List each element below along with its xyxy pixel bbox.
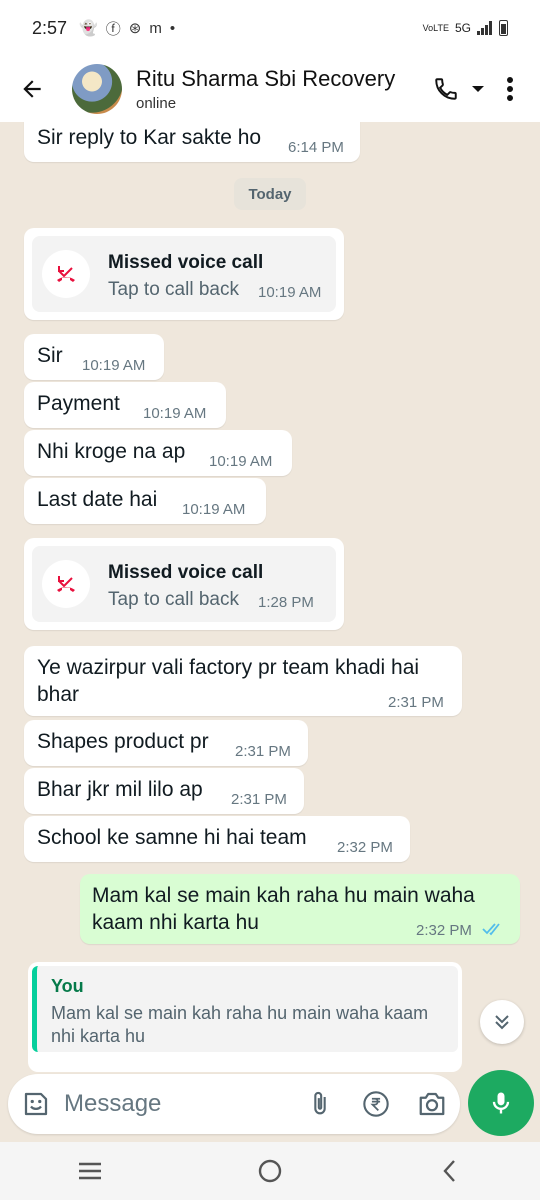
nav-home-icon [258, 1159, 282, 1183]
chat-area[interactable]: Sir reply to Kar sakte ho 6:14 PM Today … [0, 122, 540, 1142]
message-time: 2:31 PM [231, 791, 287, 808]
attach-button[interactable] [292, 1074, 348, 1134]
message-time: 2:32 PM [337, 839, 393, 856]
missed-call-title: Missed voice call [108, 562, 264, 583]
emoji-button[interactable] [8, 1074, 64, 1134]
message-bubble[interactable]: Bhar jkr mil lilo ap 2:31 PM [24, 768, 304, 814]
outgoing-message-bubble[interactable]: Mam kal se main kah raha hu main waha ka… [80, 874, 520, 944]
emoji-icon [24, 1092, 48, 1116]
more-vert-icon [507, 77, 513, 101]
status-time: 2:57 [32, 17, 68, 38]
back-arrow-icon [23, 80, 41, 98]
message-time: 10:19 AM [82, 357, 146, 374]
missed-call-card[interactable]: Missed voice call Tap to call back 1:28 … [32, 546, 336, 622]
more-notifications-icon: • [169, 19, 176, 37]
contact-name: Ritu Sharma Sbi Recovery [136, 66, 396, 91]
message-text: Shapes product pr [37, 730, 209, 753]
dropdown-icon [472, 86, 484, 92]
message-text: Nhi kroge na ap [37, 440, 186, 463]
status-bar: 2:57 👻 ⓕ ⊛ m • VoLTE 5G [0, 0, 540, 56]
nav-recent-icon [79, 1162, 101, 1180]
back-button[interactable] [0, 56, 64, 122]
message-time: 10:19 AM [182, 501, 246, 518]
message-time: 10:19 AM [258, 284, 322, 301]
phone-icon [435, 78, 457, 100]
message-bubble[interactable]: Last date hai 10:19 AM [24, 478, 266, 524]
reply-message-bubble[interactable]: You Mam kal se main kah raha hu main wah… [28, 962, 462, 1072]
more-options-button[interactable] [492, 65, 528, 113]
message-bubble[interactable]: Nhi kroge na ap 10:19 AM [24, 430, 292, 476]
facebook-icon: ⓕ [105, 20, 121, 38]
mic-icon [492, 1092, 510, 1114]
contact-info[interactable]: Ritu Sharma Sbi Recovery online [136, 66, 395, 112]
nav-back-icon [443, 1160, 455, 1182]
message-time: 10:19 AM [143, 405, 207, 422]
message-time: 10:19 AM [209, 453, 273, 470]
missed-call-subtitle: Tap to call back [108, 279, 239, 300]
message-composer [8, 1074, 460, 1134]
camera-icon [419, 1092, 445, 1116]
snapchat-icon: 👻 [79, 20, 98, 37]
message-bubble[interactable]: Sir 10:19 AM [24, 334, 164, 380]
message-time: 6:14 PM [288, 139, 344, 156]
message-bubble[interactable]: School ke samne hi hai team 2:32 PM [24, 816, 410, 862]
quoted-sender: You [51, 976, 84, 996]
system-nav-bar [0, 1142, 540, 1200]
message-time: 2:31 PM [388, 694, 444, 711]
avatar[interactable] [72, 64, 122, 114]
message-bubble[interactable]: Sir reply to Kar sakte ho 6:14 PM [24, 122, 360, 162]
message-text: School ke samne hi hai team [37, 826, 307, 849]
camera-button[interactable] [404, 1074, 460, 1134]
message-text: Sir [37, 344, 63, 367]
volte-badge: VoLTE [422, 22, 449, 33]
missed-call-icon [42, 560, 90, 608]
call-options-dropdown[interactable] [466, 65, 490, 113]
voice-call-button[interactable] [428, 65, 464, 113]
attach-icon [314, 1091, 326, 1115]
missed-call-icon [42, 250, 90, 298]
home-button[interactable] [240, 1146, 300, 1196]
quoted-text: Mam kal se main kah raha hu main waha ka… [51, 1003, 429, 1046]
message-bubble[interactable]: Ye wazirpur vali factory pr team khadi h… [24, 646, 462, 716]
rupee-icon [363, 1091, 389, 1117]
system-back-button[interactable] [420, 1146, 480, 1196]
message-text: Last date hai [37, 488, 158, 511]
message-time: 2:32 PM [416, 922, 472, 939]
date-divider: Today [234, 178, 306, 210]
app-icon: ⊛ [128, 20, 142, 37]
message-bubble[interactable]: Shapes product pr 2:31 PM [24, 720, 308, 766]
chevron-double-down-icon [495, 1015, 509, 1030]
missed-call-bubble[interactable]: Missed voice call Tap to call back 10:19… [24, 228, 344, 320]
double-check-icon [482, 923, 500, 936]
quoted-message[interactable]: You Mam kal se main kah raha hu main wah… [32, 966, 458, 1052]
message-text: Payment [37, 392, 120, 415]
message-input[interactable] [64, 1090, 264, 1118]
payment-button[interactable] [348, 1074, 404, 1134]
message-text: Sir reply to Kar sakte ho [37, 126, 262, 149]
m-icon: m [149, 19, 162, 37]
chat-header: Ritu Sharma Sbi Recovery online [0, 56, 540, 122]
missed-call-title: Missed voice call [108, 252, 264, 273]
missed-call-subtitle: Tap to call back [108, 589, 239, 610]
recent-apps-button[interactable] [60, 1146, 120, 1196]
contact-status: online [136, 95, 177, 112]
missed-call-bubble[interactable]: Missed voice call Tap to call back 1:28 … [24, 538, 344, 630]
missed-call-card[interactable]: Missed voice call Tap to call back 10:19… [32, 236, 336, 312]
message-bubble[interactable]: Payment 10:19 AM [24, 382, 226, 428]
message-time: 1:28 PM [258, 594, 314, 611]
message-time: 2:31 PM [235, 743, 291, 760]
message-text: Bhar jkr mil lilo ap [37, 778, 203, 801]
network-type: 5G [454, 21, 471, 35]
battery-icon [499, 20, 508, 36]
signal-icon [477, 21, 492, 35]
scroll-to-bottom-button[interactable] [480, 1000, 524, 1044]
voice-record-button[interactable] [468, 1070, 534, 1136]
